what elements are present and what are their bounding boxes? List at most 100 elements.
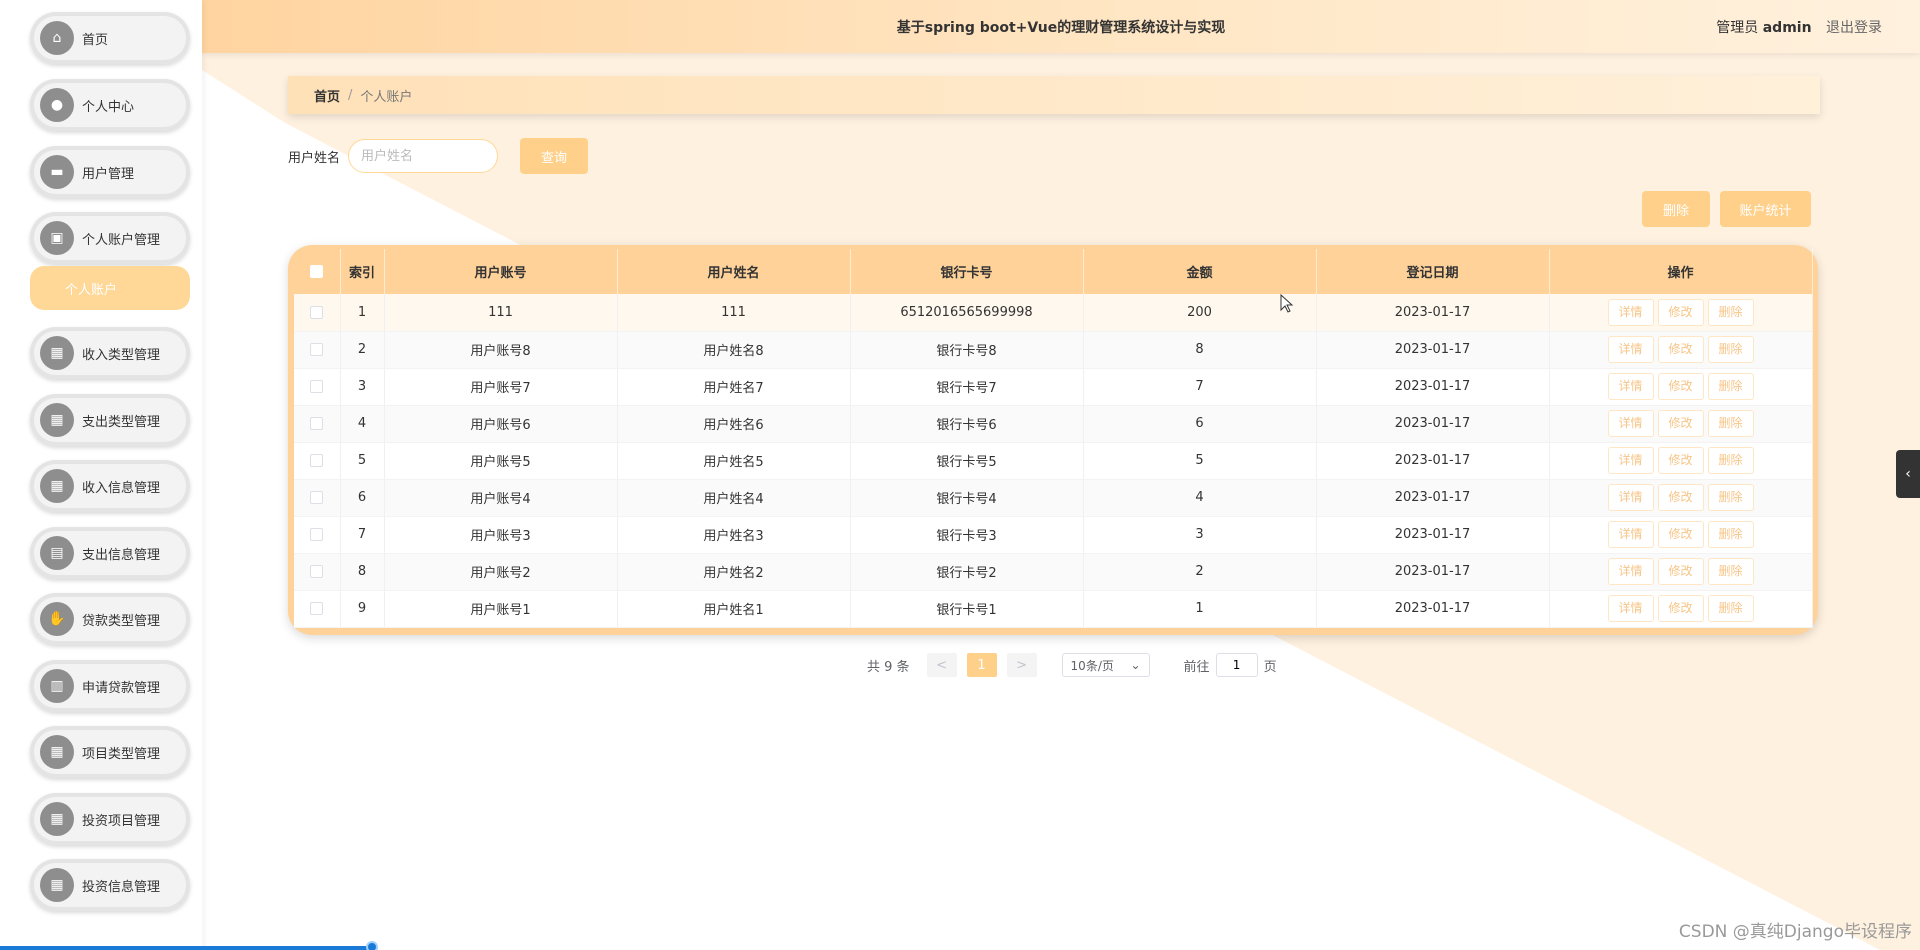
cell-account: 用户账号4	[384, 479, 618, 517]
cell-actions: 详情 修改 删除	[1549, 294, 1813, 332]
progress-handle[interactable]	[366, 941, 378, 950]
edit-button[interactable]: 修改	[1657, 373, 1704, 400]
detail-button[interactable]: 详情	[1607, 558, 1654, 585]
page-size-select[interactable]: 10条/页 ⌄	[1061, 653, 1150, 677]
select-all-cell[interactable]	[294, 249, 341, 294]
delete-button[interactable]: 删除	[1707, 558, 1754, 585]
logout-link[interactable]: 退出登录	[1826, 20, 1882, 36]
row-select-cell[interactable]	[294, 442, 341, 480]
sidebar-item[interactable]: ▦ 收入类型管理	[30, 327, 190, 379]
sidebar-item[interactable]: ▤ 支出信息管理	[30, 527, 190, 579]
account-stats-button[interactable]: 账户统计	[1720, 191, 1811, 227]
sidebar-item[interactable]: ▦ 项目类型管理	[30, 726, 190, 778]
prev-page-button[interactable]: <	[926, 653, 957, 677]
sidebar-item[interactable]: ▦ 收入信息管理	[30, 460, 190, 512]
sidebar-item[interactable]: ▥ 申请贷款管理	[30, 660, 190, 712]
ticket-icon: ▬	[40, 155, 74, 189]
next-page-button[interactable]: >	[1006, 653, 1037, 677]
cell-date: 2023-01-17	[1316, 590, 1550, 628]
detail-button[interactable]: 详情	[1607, 298, 1654, 326]
detail-button[interactable]: 详情	[1607, 373, 1654, 400]
sidebar-item[interactable]: ▣ 个人账户管理	[30, 212, 190, 264]
sidebar-item[interactable]: ▦ 支出类型管理	[30, 394, 190, 446]
edit-button[interactable]: 修改	[1657, 558, 1704, 585]
row-checkbox[interactable]	[310, 380, 324, 393]
grid-icon: ▦	[40, 469, 74, 503]
cell-actions: 详情 修改 删除	[1549, 590, 1813, 628]
cell-account: 用户账号6	[384, 405, 618, 443]
page-number[interactable]: 1	[966, 653, 997, 677]
edit-button[interactable]: 修改	[1657, 336, 1704, 363]
search-row: 用户姓名 查询	[288, 138, 589, 174]
row-checkbox[interactable]	[310, 454, 324, 467]
row-select-cell[interactable]	[294, 553, 341, 591]
edit-button[interactable]: 修改	[1657, 447, 1704, 474]
sidebar-subitem-label: 个人账户	[65, 282, 118, 298]
delete-button[interactable]: 删除	[1707, 298, 1754, 326]
watermark: CSDN @真纯Django毕设程序	[1678, 922, 1912, 942]
delete-button[interactable]: 删除	[1707, 410, 1754, 437]
row-checkbox[interactable]	[310, 305, 324, 319]
row-select-cell[interactable]	[294, 331, 341, 369]
sidebar-item[interactable]: ⌂ 首页	[30, 12, 190, 64]
cell-account: 111	[384, 294, 618, 332]
cell-amount: 8	[1083, 331, 1317, 369]
delete-button[interactable]: 删除	[1707, 484, 1754, 511]
detail-button[interactable]: 详情	[1607, 336, 1654, 363]
delete-button[interactable]: 删除	[1707, 521, 1754, 548]
delete-button[interactable]: 删除	[1707, 595, 1754, 622]
detail-button[interactable]: 详情	[1607, 484, 1654, 511]
cell-date: 2023-01-17	[1316, 294, 1550, 332]
sidebar-item[interactable]: ● 个人中心	[30, 79, 190, 131]
breadcrumb-home[interactable]: 首页	[314, 86, 340, 105]
sidebar-item-label: 个人中心	[82, 99, 135, 115]
goto-page-input[interactable]	[1215, 653, 1258, 677]
row-checkbox[interactable]	[310, 602, 324, 615]
detail-button[interactable]: 详情	[1607, 595, 1654, 622]
delete-button[interactable]: 删除	[1707, 447, 1754, 474]
cell-card: 银行卡号4	[850, 479, 1084, 517]
delete-button[interactable]: 删除	[1707, 336, 1754, 363]
row-checkbox[interactable]	[310, 528, 324, 541]
row-checkbox[interactable]	[310, 491, 324, 504]
table-row: 1 111 111 6512016565699998 200 2023-01-17 详情 修改…	[294, 294, 1813, 332]
detail-button[interactable]: 详情	[1607, 521, 1654, 548]
sidebar-item[interactable]: ▦ 投资信息管理	[30, 859, 190, 911]
sidebar-item[interactable]: ▬ 用户管理	[30, 146, 190, 198]
row-checkbox[interactable]	[310, 417, 324, 430]
edit-button[interactable]: 修改	[1657, 484, 1704, 511]
cell-date: 2023-01-17	[1316, 479, 1550, 517]
select-all-checkbox[interactable]	[310, 265, 324, 278]
cell-index: 6	[340, 479, 385, 517]
collapse-tab[interactable]: ‹	[1896, 450, 1920, 498]
query-button[interactable]: 查询	[520, 138, 589, 174]
search-input[interactable]	[348, 139, 499, 173]
cell-card: 银行卡号7	[850, 368, 1084, 406]
edit-button[interactable]: 修改	[1657, 595, 1704, 622]
cell-account: 用户账号3	[384, 516, 618, 554]
edit-button[interactable]: 修改	[1657, 521, 1704, 548]
row-checkbox[interactable]	[310, 565, 324, 578]
edit-button[interactable]: 修改	[1657, 410, 1704, 437]
row-select-cell[interactable]	[294, 294, 341, 332]
row-select-cell[interactable]	[294, 590, 341, 628]
detail-button[interactable]: 详情	[1607, 410, 1654, 437]
delete-button[interactable]: 删除	[1707, 373, 1754, 400]
sidebar-item[interactable]: ✋ 贷款类型管理	[30, 593, 190, 645]
sidebar-item-label: 投资项目管理	[82, 813, 161, 829]
cell-index: 2	[340, 331, 385, 369]
column-header: 金额	[1083, 249, 1317, 294]
row-select-cell[interactable]	[294, 405, 341, 443]
table-row: 2 用户账号8 用户姓名8 银行卡号8 8 2023-01-17 详情 修改 删除	[294, 331, 1813, 369]
sidebar: ⌂ 首页 ● 个人中心 ▬ 用户管理 ▣ 个人账户管理 ▦ 收入类型管理 ▦ 支出类型管理 ▦ 收入信息管…	[0, 0, 202, 950]
table-row: 3 用户账号7 用户姓名7 银行卡号7 7 2023-01-17 详情 修改 删除	[294, 368, 1813, 406]
edit-button[interactable]: 修改	[1657, 298, 1704, 326]
sidebar-item[interactable]: ▦ 投资项目管理	[30, 793, 190, 845]
detail-button[interactable]: 详情	[1607, 447, 1654, 474]
row-select-cell[interactable]	[294, 368, 341, 406]
batch-delete-button[interactable]: 删除	[1642, 191, 1710, 227]
row-checkbox[interactable]	[310, 343, 324, 356]
row-select-cell[interactable]	[294, 516, 341, 554]
row-select-cell[interactable]	[294, 479, 341, 517]
sidebar-subitem-personal-account[interactable]: 个人账户	[30, 266, 190, 310]
